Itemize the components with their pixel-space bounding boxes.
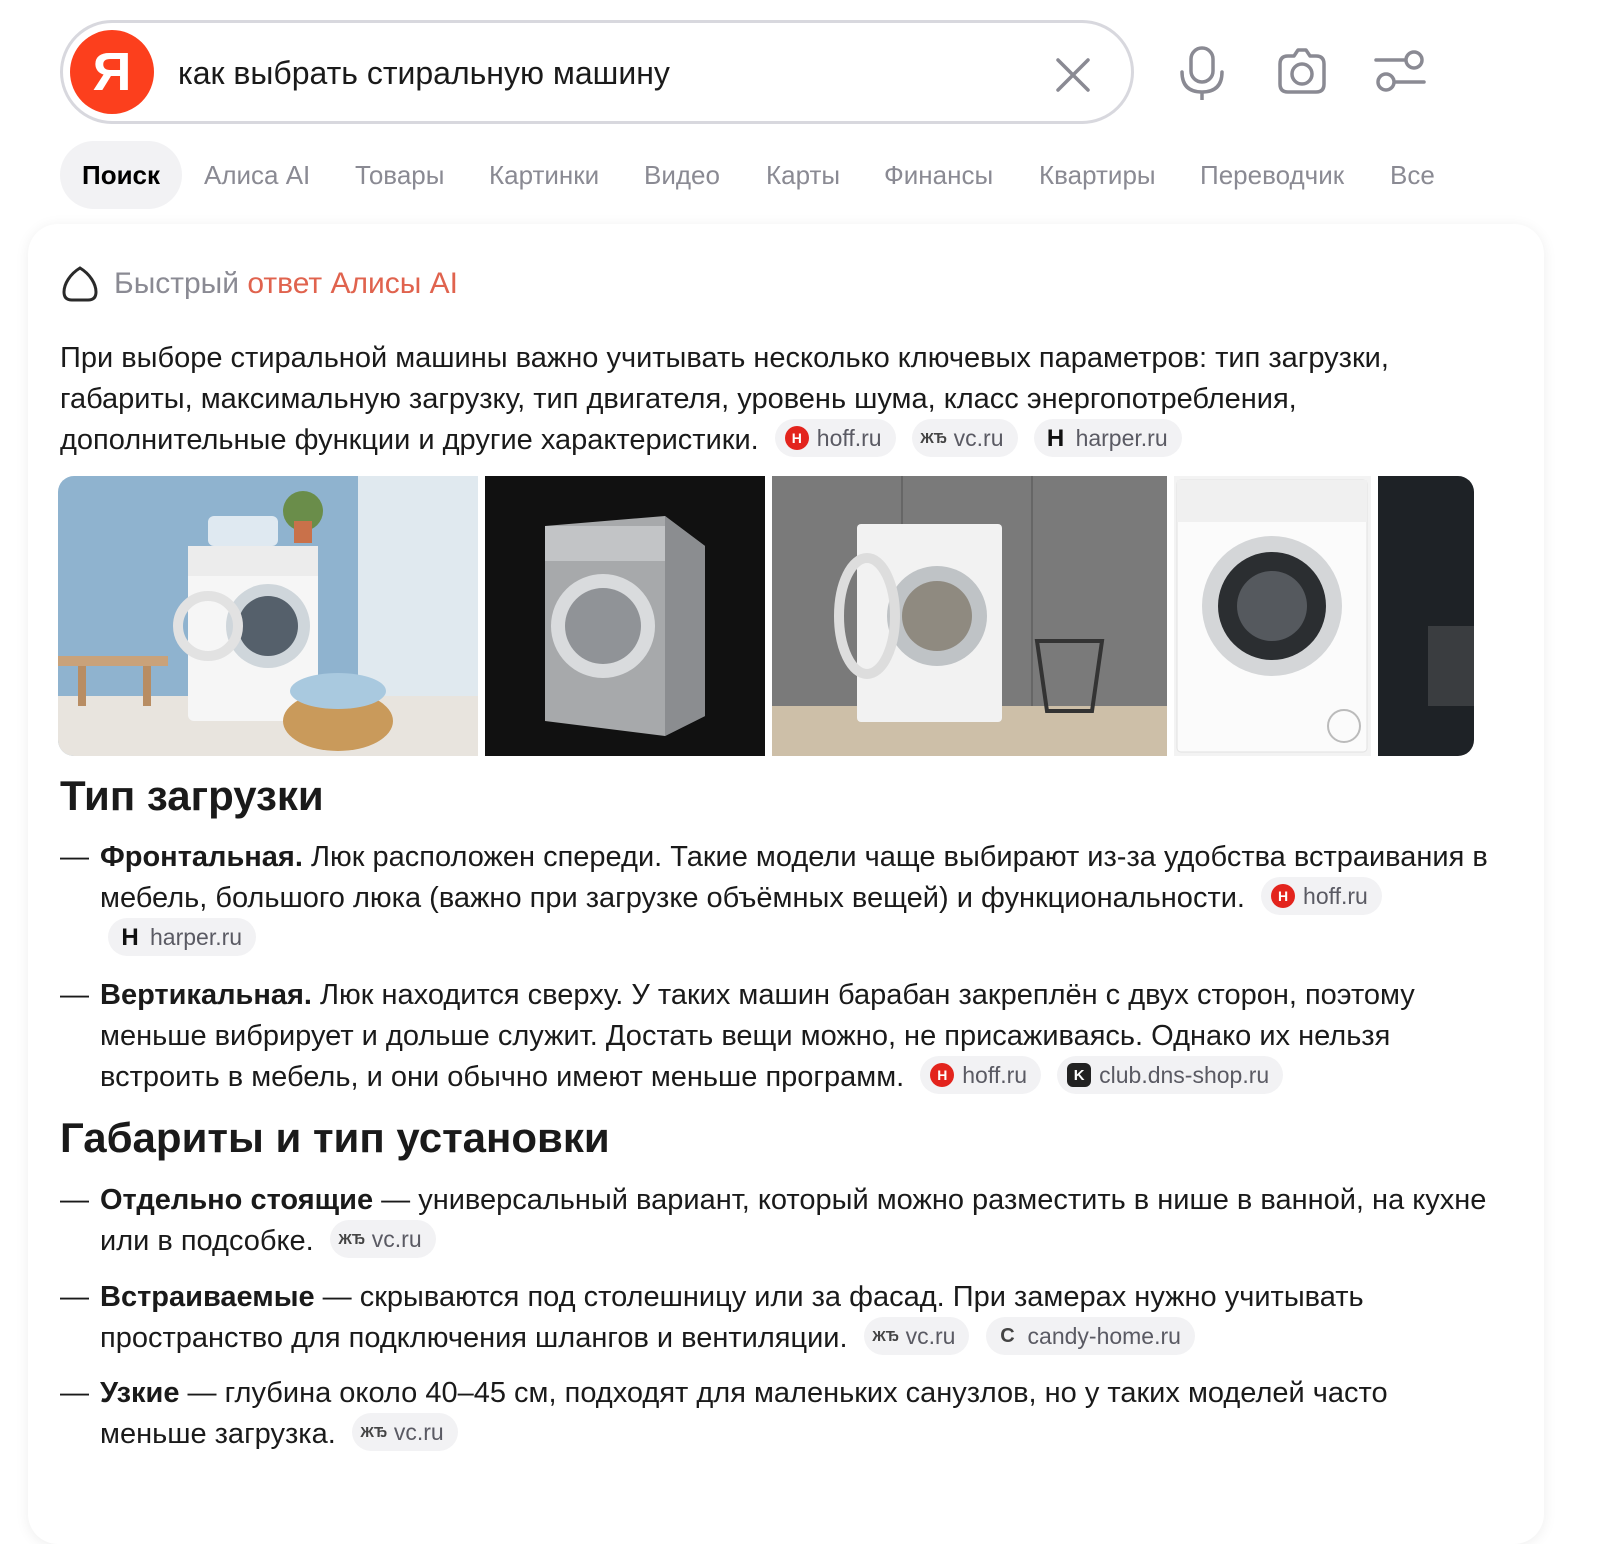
alice-header: Быстрый ответ Алисы AI: [60, 262, 458, 306]
item-term: Отдельно стоящие: [100, 1184, 374, 1216]
candy-icon: C: [1000, 1324, 1015, 1347]
tab-all[interactable]: Все: [1390, 141, 1435, 209]
list-item: — Вертикальная. Люк находится сверху. У …: [60, 975, 1490, 1098]
hoff-icon: H: [1271, 884, 1296, 909]
source-chip-hoff[interactable]: Hhoff.ru: [920, 1056, 1042, 1095]
vc-icon: ЖЂ: [872, 1327, 900, 1345]
source-label: vc.ru: [953, 424, 1004, 451]
tab-alice[interactable]: Алиса AI: [204, 141, 310, 209]
gallery-image-2[interactable]: [485, 476, 765, 756]
item-term: Вертикальная.: [100, 979, 312, 1011]
list-item: — Узкие — глубина около 40–45 см, подход…: [60, 1373, 1490, 1455]
harper-icon: H: [121, 923, 139, 951]
vc-icon: ЖЂ: [920, 429, 948, 447]
source-label: vc.ru: [905, 1322, 956, 1349]
alice-title: Быстрый ответ Алисы AI: [114, 267, 458, 301]
item-text: — глубина около 40–45 см, подходят для м…: [100, 1377, 1388, 1450]
alice-icon: [62, 266, 98, 302]
hoff-icon: H: [930, 1063, 955, 1088]
item-term: Встраиваемые: [100, 1281, 315, 1313]
source-label: candy-home.ru: [1027, 1322, 1181, 1349]
source-label: hoff.ru: [1303, 882, 1368, 909]
tab-translator[interactable]: Переводчик: [1200, 141, 1344, 209]
source-chip-harper[interactable]: Hharper.ru: [1033, 419, 1182, 458]
source-chip-dns[interactable]: Kclub.dns-shop.ru: [1057, 1056, 1284, 1095]
tab-video[interactable]: Видео: [644, 141, 720, 209]
camera-icon[interactable]: [1272, 42, 1332, 102]
alice-title-part1: Быстрый: [114, 267, 239, 300]
list-dash: —: [60, 841, 89, 873]
source-label: vc.ru: [371, 1225, 422, 1252]
search-box[interactable]: Я как выбрать стиральную машину: [60, 20, 1134, 124]
list-dash: —: [60, 1377, 89, 1409]
gallery-image-4[interactable]: [1174, 476, 1371, 756]
source-label: vc.ru: [393, 1418, 444, 1445]
source-label: harper.ru: [150, 923, 243, 950]
gallery-image-3[interactable]: [772, 476, 1167, 756]
section-heading-load-type: Тип загрузки: [60, 772, 324, 819]
source-chip-vc[interactable]: ЖЂ vc.ru: [911, 419, 1018, 458]
vc-icon: ЖЂ: [360, 1423, 388, 1441]
list-item: — Фронтальная. Люк расположен спереди. Т…: [60, 837, 1490, 960]
close-icon[interactable]: [1053, 55, 1093, 95]
source-chip-vc[interactable]: ЖЂ vc.ru: [329, 1220, 436, 1259]
tab-search[interactable]: Поиск: [60, 141, 183, 209]
list-item: — Отдельно стоящие — универсальный вариа…: [60, 1180, 1490, 1262]
vc-icon: ЖЂ: [338, 1230, 366, 1248]
source-chip-vc[interactable]: ЖЂ vc.ru: [863, 1317, 970, 1356]
dns-icon: K: [1067, 1063, 1092, 1088]
tab-images[interactable]: Картинки: [489, 141, 599, 209]
list-dash: —: [60, 1184, 89, 1216]
hoff-icon: H: [784, 426, 809, 451]
list-item: — Встраиваемые — скрываются под столешни…: [60, 1277, 1490, 1359]
tab-maps[interactable]: Карты: [766, 141, 840, 209]
filters-icon[interactable]: [1370, 42, 1430, 102]
tab-apartments[interactable]: Квартиры: [1039, 141, 1156, 209]
source-label: hoff.ru: [962, 1061, 1028, 1088]
intro-text: При выборе стиральной машины важно учиты…: [60, 342, 1389, 456]
source-label: harper.ru: [1075, 424, 1168, 451]
tab-finance[interactable]: Финансы: [884, 141, 993, 209]
alice-title-part2: ответ Алисы AI: [247, 267, 458, 300]
gallery-image-1[interactable]: [58, 476, 478, 756]
source-chip-vc[interactable]: ЖЂ vc.ru: [351, 1413, 458, 1452]
source-chip-harper[interactable]: Hharper.ru: [108, 918, 257, 957]
list-dash: —: [60, 979, 89, 1011]
alice-intro: При выборе стиральной машины важно учиты…: [60, 338, 1480, 461]
source-chip-candy[interactable]: Ccandy-home.ru: [985, 1317, 1195, 1356]
list-dash: —: [60, 1281, 89, 1313]
harper-icon: H: [1046, 424, 1065, 452]
source-chip-hoff[interactable]: Hhoff.ru: [774, 419, 896, 458]
microphone-icon[interactable]: [1174, 42, 1230, 102]
source-chip-hoff[interactable]: Hhoff.ru: [1261, 877, 1382, 916]
source-label: hoff.ru: [816, 424, 882, 451]
source-label: club.dns-shop.ru: [1099, 1061, 1270, 1088]
section-heading-dimensions: Габариты и тип установки: [60, 1114, 610, 1161]
item-term: Фронтальная.: [100, 841, 303, 873]
item-term: Узкие: [100, 1377, 180, 1409]
gallery-image-5[interactable]: [1378, 476, 1474, 756]
yandex-logo[interactable]: Я: [70, 30, 154, 114]
tab-goods[interactable]: Товары: [355, 141, 444, 209]
search-input[interactable]: как выбрать стиральную машину: [178, 55, 670, 92]
